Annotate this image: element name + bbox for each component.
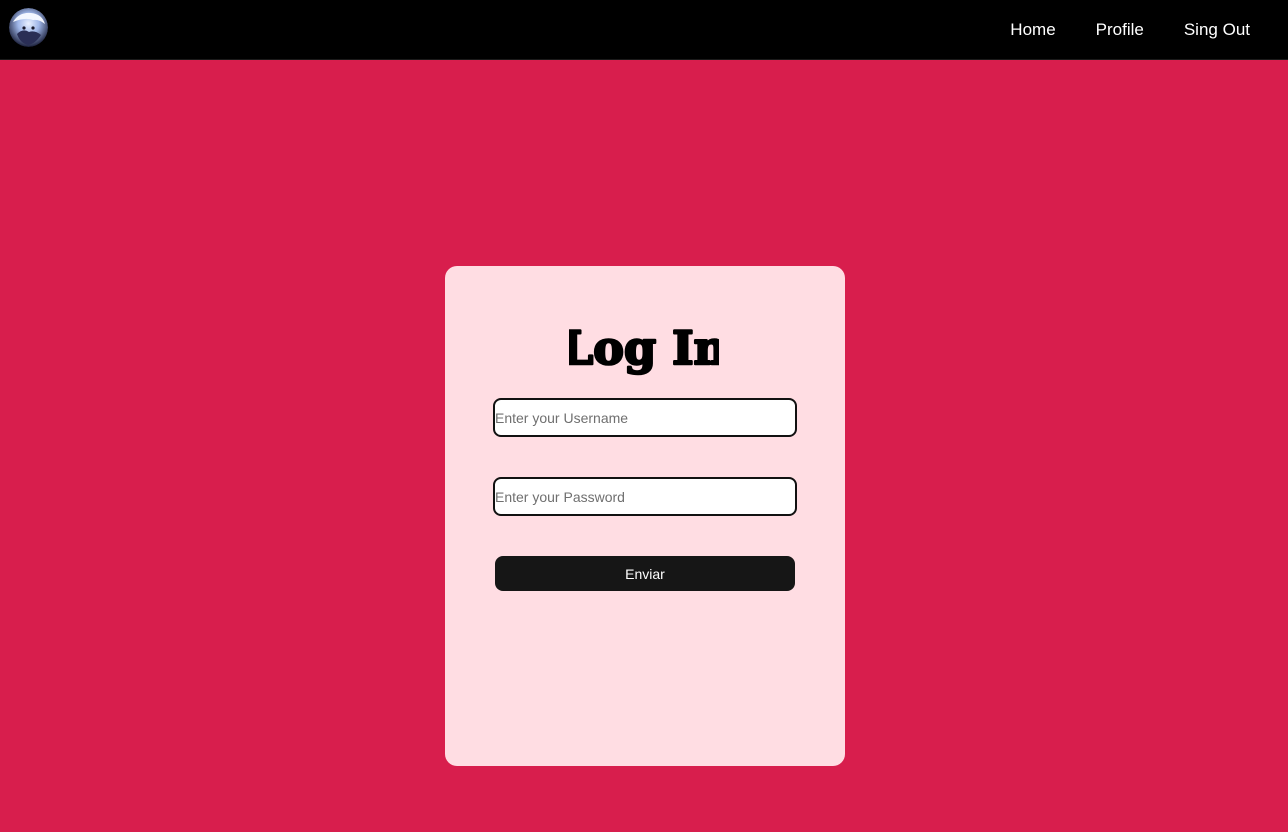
password-input[interactable] — [493, 477, 797, 516]
username-input[interactable] — [493, 398, 797, 437]
login-title: Log In — [0, 318, 1288, 388]
nav-home-link[interactable]: Home — [1010, 20, 1055, 40]
login-title-text: Log In — [569, 321, 719, 375]
nav-signout-link[interactable]: Sing Out — [1184, 20, 1250, 40]
avatar[interactable] — [9, 8, 48, 47]
nav-profile-link[interactable]: Profile — [1096, 20, 1144, 40]
nav-links: Home Profile Sing Out — [1010, 0, 1250, 59]
top-navbar: Home Profile Sing Out — [0, 0, 1288, 60]
submit-button[interactable]: Enviar — [495, 556, 795, 591]
avatar-image — [9, 8, 48, 47]
